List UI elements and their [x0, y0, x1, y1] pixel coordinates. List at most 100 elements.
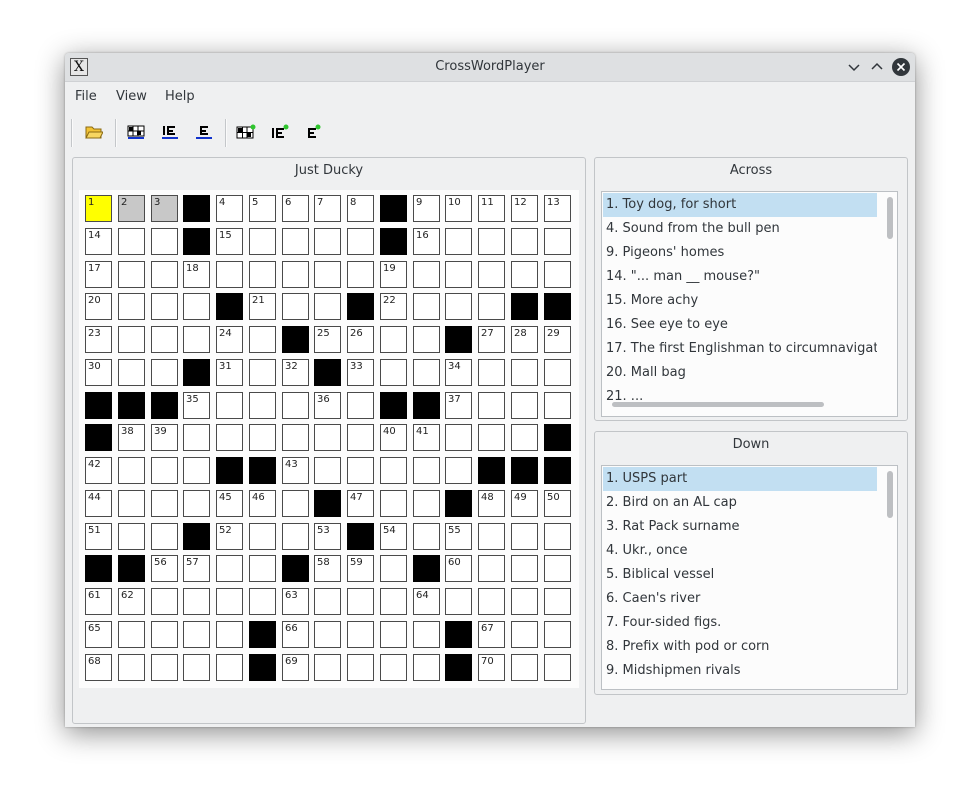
grid-cell[interactable]: 61 [85, 588, 112, 615]
grid-cell[interactable] [216, 392, 243, 419]
grid-cell[interactable]: 29 [544, 326, 571, 353]
grid-cell[interactable]: 39 [151, 424, 178, 451]
grid-cell[interactable]: 25 [314, 326, 341, 353]
grid-cell[interactable]: 32 [282, 359, 309, 386]
grid-cell[interactable] [183, 588, 210, 615]
across-clue-item[interactable]: 14. "... man __ mouse?" [603, 265, 877, 289]
grid-cell[interactable] [282, 261, 309, 288]
grid-cell[interactable]: 5 [249, 195, 276, 222]
grid-cell[interactable] [511, 523, 538, 550]
grid-cell[interactable] [183, 424, 210, 451]
new-across-icon[interactable] [267, 119, 293, 145]
grid-cell[interactable]: 52 [216, 523, 243, 550]
grid-cell[interactable] [314, 654, 341, 681]
grid-cell[interactable]: 10 [445, 195, 472, 222]
grid-cell[interactable]: 20 [85, 293, 112, 320]
grid-cell[interactable] [511, 392, 538, 419]
grid-cell[interactable] [249, 392, 276, 419]
across-clues-icon[interactable] [157, 119, 183, 145]
grid-cell[interactable]: 55 [445, 523, 472, 550]
grid-cell[interactable] [413, 523, 440, 550]
across-clue-item[interactable]: 4. Sound from the bull pen [603, 217, 877, 241]
down-clue-item[interactable]: 7. Four-sided figs. [603, 611, 877, 635]
grid-cell[interactable] [380, 326, 407, 353]
grid-cell[interactable]: 64 [413, 588, 440, 615]
across-clue-list[interactable]: 21. ... 20. Mall bag 17. The first English… [601, 191, 898, 417]
down-clues-icon[interactable] [191, 119, 217, 145]
grid-cell[interactable] [118, 228, 145, 255]
grid-cell[interactable]: 37 [445, 392, 472, 419]
grid-cell[interactable]: 54 [380, 523, 407, 550]
grid-cell[interactable] [478, 359, 505, 386]
across-clue-item[interactable]: 1. Toy dog, for short [603, 193, 877, 217]
grid-cell[interactable]: 12 [511, 195, 538, 222]
grid-cell[interactable] [118, 261, 145, 288]
grid-cell[interactable]: 62 [118, 588, 145, 615]
grid-cell[interactable] [282, 228, 309, 255]
grid-cell[interactable] [183, 457, 210, 484]
grid-cell[interactable] [249, 588, 276, 615]
grid-cell[interactable] [544, 654, 571, 681]
grid-cell[interactable]: 57 [183, 555, 210, 582]
grid-cell[interactable] [445, 588, 472, 615]
grid-cell[interactable] [118, 490, 145, 517]
down-clue-item[interactable]: 4. Ukr., once [603, 539, 877, 563]
grid-cell[interactable]: 38 [118, 424, 145, 451]
grid-cell[interactable] [478, 424, 505, 451]
grid-cell[interactable] [151, 523, 178, 550]
grid-cell[interactable] [380, 555, 407, 582]
grid-cell[interactable] [413, 359, 440, 386]
grid-cell[interactable]: 23 [85, 326, 112, 353]
grid-cell[interactable] [413, 621, 440, 648]
grid-cell[interactable]: 40 [380, 424, 407, 451]
down-clue-item[interactable]: 1. USPS part [603, 467, 877, 491]
grid-cell[interactable] [249, 359, 276, 386]
grid-cell[interactable] [183, 621, 210, 648]
selected-cell[interactable]: 1 [85, 195, 112, 222]
grid-cell[interactable] [445, 293, 472, 320]
title-bar[interactable]: X CrossWordPlayer [65, 53, 915, 82]
grid-cell[interactable] [544, 359, 571, 386]
grid-cell[interactable] [380, 457, 407, 484]
grid-cell[interactable] [118, 457, 145, 484]
grid-cell[interactable] [544, 621, 571, 648]
open-folder-icon[interactable] [81, 119, 107, 145]
grid-cell[interactable] [544, 588, 571, 615]
grid-cell[interactable] [282, 392, 309, 419]
grid-cell[interactable] [183, 293, 210, 320]
grid-cell[interactable] [151, 588, 178, 615]
grid-cell[interactable] [249, 424, 276, 451]
grid-cell[interactable] [380, 359, 407, 386]
down-clue-item[interactable]: 5. Biblical vessel [603, 563, 877, 587]
grid-cell[interactable]: 19 [380, 261, 407, 288]
grid-cell[interactable]: 22 [380, 293, 407, 320]
grid-cell[interactable]: 53 [314, 523, 341, 550]
grid-cell[interactable]: 16 [413, 228, 440, 255]
grid-cell[interactable] [413, 490, 440, 517]
grid-cell[interactable]: 43 [282, 457, 309, 484]
grid-cell[interactable]: 63 [282, 588, 309, 615]
highlighted-cell[interactable]: 2 [118, 195, 145, 222]
grid-cell[interactable] [118, 523, 145, 550]
grid-cell[interactable]: 27 [478, 326, 505, 353]
grid-cell[interactable]: 13 [544, 195, 571, 222]
grid-cell[interactable]: 14 [85, 228, 112, 255]
grid-cell[interactable] [511, 261, 538, 288]
grid-cell[interactable]: 26 [347, 326, 374, 353]
grid-cell[interactable]: 7 [314, 195, 341, 222]
highlighted-cell[interactable]: 3 [151, 195, 178, 222]
grid-cell[interactable] [347, 588, 374, 615]
toolbar-handle[interactable] [71, 119, 73, 147]
across-vertical-scrollbar[interactable] [887, 197, 893, 239]
grid-cell[interactable]: 45 [216, 490, 243, 517]
down-clue-item[interactable]: 3. Rat Pack surname [603, 515, 877, 539]
new-down-icon[interactable] [301, 119, 327, 145]
grid-cell[interactable] [478, 588, 505, 615]
grid-cell[interactable] [511, 424, 538, 451]
grid-cell[interactable] [151, 228, 178, 255]
grid-cell[interactable]: 67 [478, 621, 505, 648]
grid-cell[interactable] [118, 326, 145, 353]
grid-cell[interactable]: 56 [151, 555, 178, 582]
grid-cell[interactable] [347, 261, 374, 288]
grid-cell[interactable] [511, 621, 538, 648]
